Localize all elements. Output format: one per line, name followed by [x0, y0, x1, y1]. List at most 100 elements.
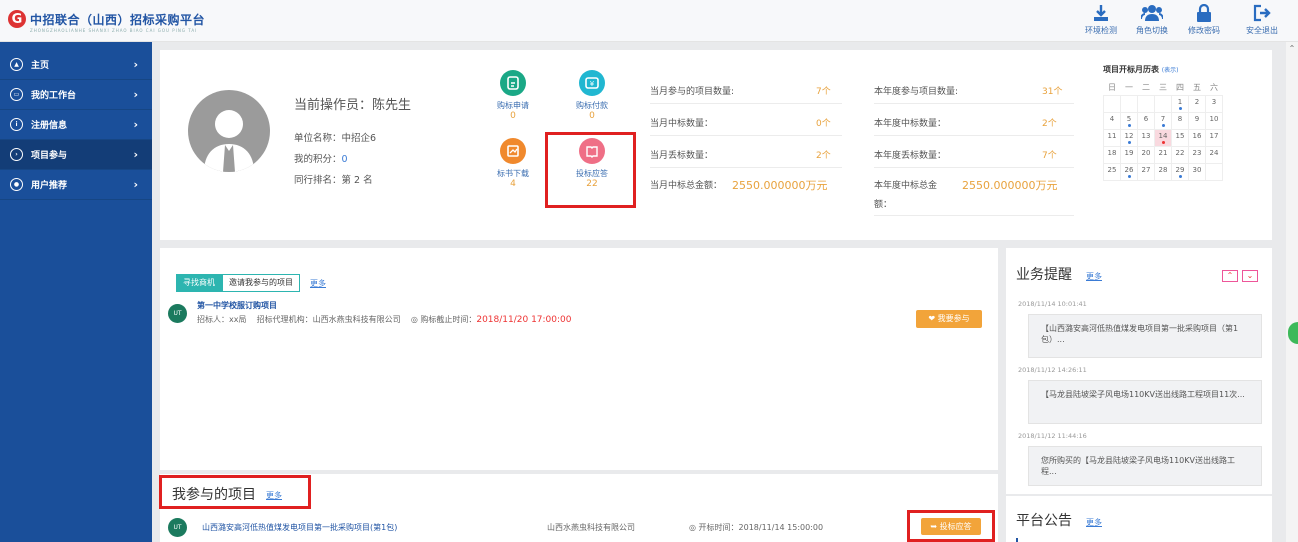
stat-value: 2550.000000万元 [962, 179, 1058, 192]
sidebar-item-registration[interactable]: i 注册信息 › [0, 110, 152, 140]
calendar-day[interactable]: 23 [1188, 145, 1206, 164]
chevron-right-icon: › [133, 58, 138, 71]
calendar-day-number: 6 [1143, 114, 1149, 123]
reminder-item[interactable]: 您所购买的【马龙县陆坡梁子风电场110KV送出线路工程... [1028, 446, 1262, 486]
join-project-button[interactable]: ❤ 我要参与 [916, 310, 982, 328]
calendar-day[interactable]: 4 [1103, 111, 1121, 130]
platform-subtitle: ZHONGZHAOLIANHE SHANXI ZHAO BIAO CAI GOU… [30, 28, 198, 33]
tab-find-opportunity[interactable]: 寻找商机 [176, 274, 222, 292]
my-project-title[interactable]: 山西潞安高河低热值煤发电项目第一批采购项目(第1包) [202, 522, 397, 533]
calendar-day [1205, 162, 1223, 181]
env-check-button[interactable]: 环境检测 [1075, 4, 1127, 36]
today-dot-icon [1161, 140, 1165, 144]
calendar-day-number: 7 [1160, 114, 1166, 123]
calendar-day[interactable]: 27 [1137, 162, 1155, 181]
scroll-up-button[interactable]: ⌃ [1222, 270, 1238, 282]
calendar-day[interactable]: 18 [1103, 145, 1121, 164]
calendar-day-number: 1 [1177, 97, 1183, 106]
calendar-day-number: 8 [1177, 114, 1183, 123]
stat-value: 2个 [1042, 119, 1057, 129]
opportunity-project-title[interactable]: 第一中学校服订购项目 [197, 300, 277, 311]
operator-name: 陈先生 [372, 98, 412, 113]
calendar-day[interactable]: 25 [1103, 162, 1121, 181]
chevron-right-icon: › [133, 118, 138, 131]
rank-suffix: 名 [360, 175, 373, 186]
calendar-day[interactable]: 6 [1137, 111, 1155, 130]
calendar-day[interactable]: 7 [1154, 111, 1172, 130]
calendar-day[interactable]: 12 [1120, 128, 1138, 147]
page-scrollbar[interactable]: ⌃ [1286, 42, 1298, 542]
calendar-day[interactable]: 11 [1103, 128, 1121, 147]
opportunity-more-link[interactable]: 更多 [310, 278, 326, 289]
calendar-day[interactable]: 21 [1154, 145, 1172, 164]
rank-label: 同行排名：第 [294, 175, 355, 186]
sidebar-item-workbench[interactable]: ▭ 我的工作台 › [0, 80, 152, 110]
platform-logo[interactable]: G 中招联合（山西）招标采购平台 ZHONGZHAOLIANHE SHANXI … [8, 10, 205, 33]
sidebar-item-home[interactable]: ▲ 主页 › [0, 50, 152, 80]
bid-apply-label: 购标申请 [497, 101, 529, 110]
opportunity-tabs: 寻找商机 邀请我参与的项目 更多 [176, 274, 326, 292]
calendar-day-number: 2 [1194, 97, 1200, 106]
scroll-down-button[interactable]: ⌄ [1242, 270, 1258, 282]
calendar-day-number: 12 [1124, 131, 1134, 140]
calendar-day[interactable]: 24 [1205, 145, 1223, 164]
avatar [188, 90, 270, 172]
weekday-label: 六 [1210, 83, 1218, 92]
rank-line: 同行排名：第 2 名 [294, 172, 373, 186]
event-dot-icon [1178, 174, 1182, 178]
calendar-day[interactable]: 10 [1205, 111, 1223, 130]
calendar-day-number: 29 [1175, 165, 1185, 174]
weekday-label: 二 [1142, 83, 1150, 92]
calendar-day[interactable]: 29 [1171, 162, 1189, 181]
reminder-item[interactable]: 【马龙县陆坡梁子风电场110KV送出线路工程项目11次... [1028, 380, 1262, 424]
bid-apply-button[interactable]: 购标申请 0 [473, 70, 553, 121]
calendar-day[interactable]: 30 [1188, 162, 1206, 181]
operator-label: 当前操作员： [294, 98, 373, 113]
calendar-day[interactable]: 8 [1171, 111, 1189, 130]
sidebar-item-user-recommend[interactable]: ● 用户推荐 › [0, 170, 152, 200]
logo-mark: G [8, 10, 26, 28]
calendar-day-number: 19 [1124, 148, 1134, 157]
role-switch-button[interactable]: 角色切换 [1126, 4, 1178, 36]
stat-label: 本年度中标数量： [874, 119, 947, 129]
calendar-day[interactable]: 1 [1171, 94, 1189, 113]
tender-doc-download-button[interactable]: 标书下载 4 [473, 138, 553, 189]
calendar-day [1137, 94, 1155, 113]
event-dot-icon [1127, 174, 1131, 178]
users-icon [1141, 5, 1163, 21]
chevron-down-icon: ⌄ [1246, 271, 1254, 280]
deadline-label: ◎ 购标截止时间： [410, 315, 477, 324]
reminders-more-link[interactable]: 更多 [1086, 271, 1102, 282]
calendar-day[interactable]: 3 [1205, 94, 1223, 113]
calendar-day[interactable]: 14 [1154, 128, 1172, 147]
calendar-day[interactable]: 15 [1171, 128, 1189, 147]
calendar-day-number: 17 [1209, 131, 1219, 140]
reminders-card: 业务提醒 更多 ⌃ ⌄ 2018/11/14 10:01:41 【山西潞安高河低… [1006, 248, 1272, 494]
reminder-item[interactable]: 【山西潞安高河低热值煤发电项目第一批采购项目（第1包）... [1028, 314, 1262, 358]
bid-payment-button[interactable]: ¥ 购标付款 0 [552, 70, 632, 121]
event-dot-icon [1161, 123, 1165, 127]
calendar-day[interactable]: 20 [1137, 145, 1155, 164]
calendar-day[interactable]: 28 [1154, 162, 1172, 181]
calendar-day[interactable]: 16 [1188, 128, 1206, 147]
calendar-day[interactable]: 2 [1188, 94, 1206, 113]
main-content: 当前操作员：陈先生 单位名称：中招企6 我的积分：0 同行排名：第 2 名 购标… [152, 42, 1298, 542]
calendar-day[interactable]: 19 [1120, 145, 1138, 164]
calendar-day[interactable]: 5 [1120, 111, 1138, 130]
calendar-day[interactable]: 9 [1188, 111, 1206, 130]
sidebar: ▲ 主页 › ▭ 我的工作台 › i 注册信息 › › 项目参与 › ● 用户推… [0, 42, 152, 542]
calendar-day[interactable]: 17 [1205, 128, 1223, 147]
sidebar-item-label: 注册信息 [31, 121, 68, 131]
info-icon: i [10, 118, 23, 131]
tab-invited-projects[interactable]: 邀请我参与的项目 [222, 274, 300, 292]
change-password-button[interactable]: 修改密码 [1178, 4, 1230, 36]
sidebar-item-project-participation[interactable]: › 项目参与 › [0, 140, 152, 170]
calendar-day[interactable]: 26 [1120, 162, 1138, 181]
calendar-day[interactable]: 13 [1137, 128, 1155, 147]
my-project-company: 山西水燕虫科技有限公司 [547, 523, 635, 532]
highlight-box-bid-response-row [907, 510, 995, 542]
logout-button[interactable]: 安全退出 [1236, 4, 1288, 36]
announcements-more-link[interactable]: 更多 [1086, 517, 1102, 528]
calendar-week: 4 5 6 7 8 9 10 [1103, 111, 1223, 130]
calendar-day[interactable]: 22 [1171, 145, 1189, 164]
